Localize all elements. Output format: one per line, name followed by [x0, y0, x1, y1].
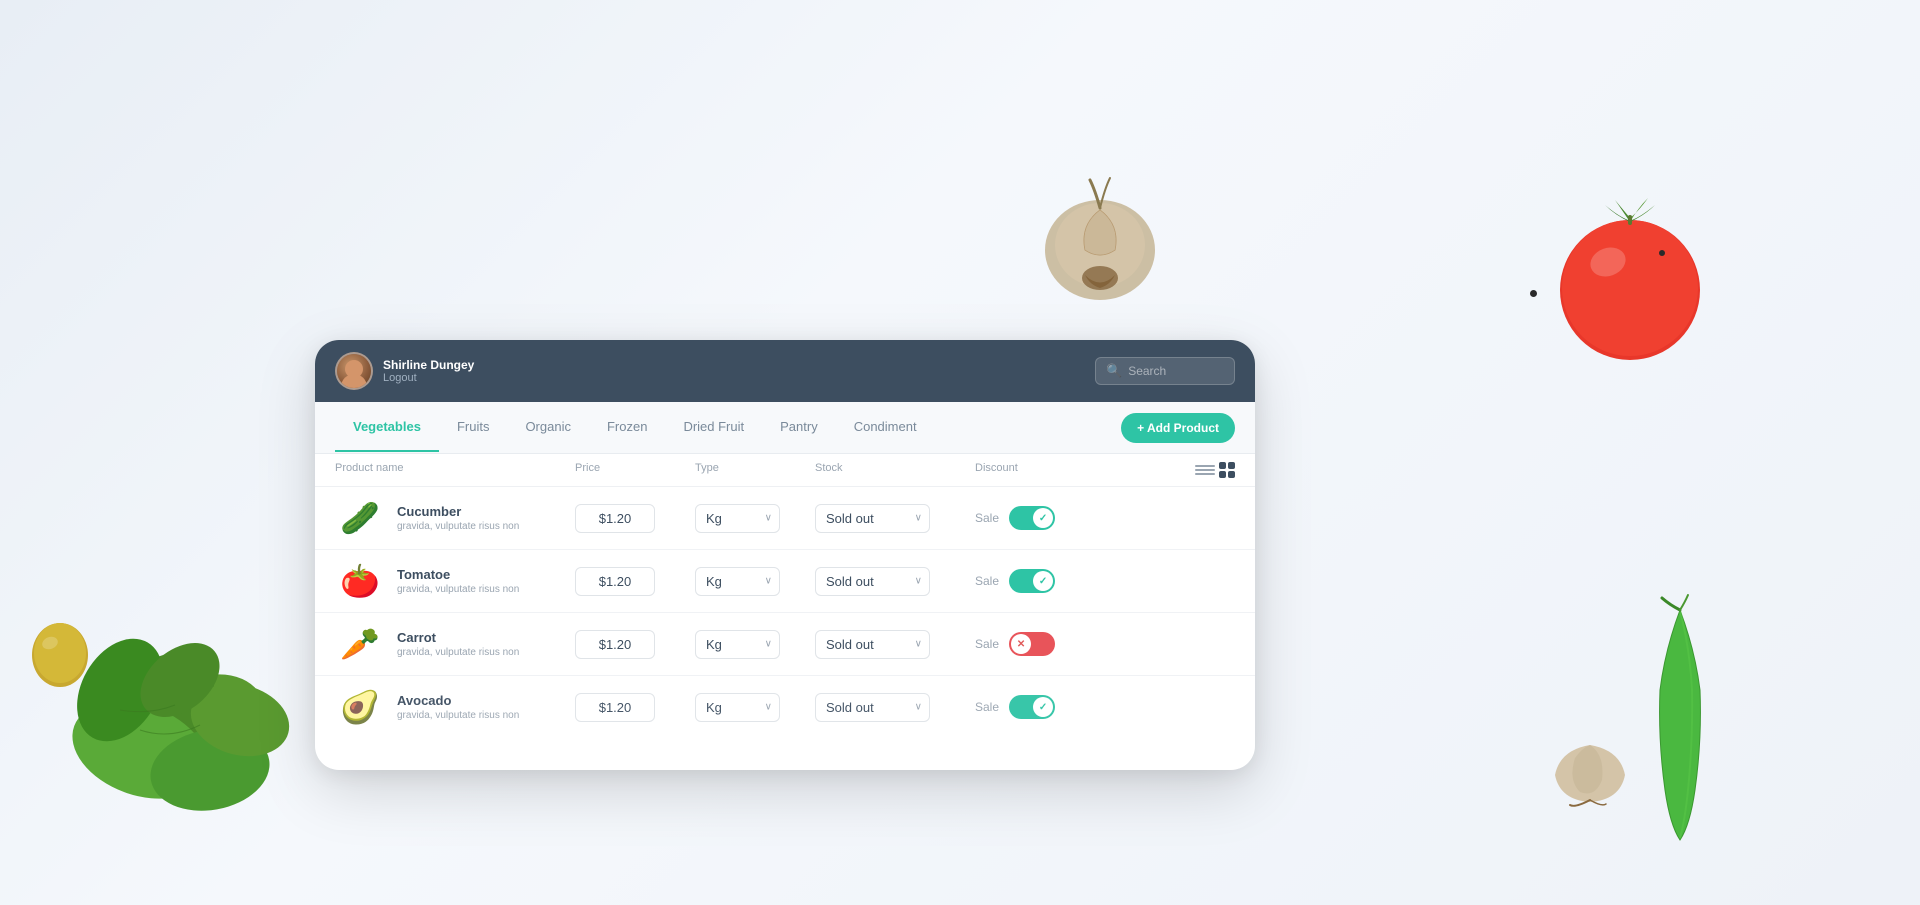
toggle-switch[interactable]: ✕ [1009, 632, 1055, 656]
check-icon: ✓ [1039, 576, 1047, 587]
category-nav: Vegetables Fruits Organic Frozen Dried F… [315, 402, 1255, 454]
stock-select[interactable]: Sold outIn stock [815, 630, 930, 659]
product-details: Cucumber gravida, vulputate risus non [397, 504, 519, 532]
toggle-switch[interactable]: ✓ [1009, 506, 1055, 530]
type-select[interactable]: KgLbUnit [695, 630, 780, 659]
tab-dried-fruit[interactable]: Dried Fruit [665, 403, 762, 452]
toggle-switch[interactable]: ✓ [1009, 569, 1055, 593]
type-select[interactable]: KgLbUnit [695, 693, 780, 722]
check-icon: ✓ [1039, 702, 1047, 713]
discount-label: Sale [975, 511, 999, 525]
check-icon: ✓ [1039, 513, 1047, 524]
add-product-button[interactable]: + Add Product [1121, 413, 1235, 443]
tab-organic[interactable]: Organic [507, 403, 589, 452]
product-details: Tomatoe gravida, vulputate risus non [397, 567, 519, 595]
discount-cell: Sale ✓ [975, 695, 1195, 719]
product-cell: 🥕 Carrot gravida, vulputate risus non [335, 623, 575, 665]
discount-cell: Sale ✓ [975, 506, 1195, 530]
stock-cell: Sold outIn stock [815, 567, 975, 596]
toggle-knob: ✓ [1033, 571, 1053, 591]
toggle-switch[interactable]: ✓ [1009, 695, 1055, 719]
search-icon: 🔍 [1106, 363, 1122, 379]
tab-pantry[interactable]: Pantry [762, 403, 836, 452]
price-input[interactable] [575, 567, 655, 596]
stock-cell: Sold outIn stock [815, 504, 975, 533]
user-name: Shirline Dungey [383, 358, 474, 372]
table-row: 🥕 Carrot gravida, vulputate risus non Kg… [315, 613, 1255, 676]
tab-vegetables[interactable]: Vegetables [335, 403, 439, 452]
type-select[interactable]: KgLbUnit [695, 567, 780, 596]
avatar [335, 352, 373, 390]
discount-cell: Sale ✕ [975, 632, 1195, 656]
grid-view-icon[interactable] [1219, 462, 1235, 478]
col-price: Price [575, 462, 695, 478]
price-cell [575, 630, 695, 659]
product-image: 🥒 [335, 497, 385, 539]
discount-label: Sale [975, 700, 999, 714]
product-image: 🥑 [335, 686, 385, 728]
search-input[interactable] [1128, 364, 1224, 378]
discount-cell: Sale ✓ [975, 569, 1195, 593]
stock-select[interactable]: Sold outIn stock [815, 504, 930, 533]
user-info: Shirline Dungey Logout [383, 358, 474, 384]
price-input[interactable] [575, 693, 655, 722]
logout-link[interactable]: Logout [383, 372, 474, 384]
col-stock: Stock [815, 462, 975, 478]
product-name: Tomatoe [397, 567, 519, 582]
stock-cell: Sold outIn stock [815, 693, 975, 722]
product-cell: 🥒 Cucumber gravida, vulputate risus non [335, 497, 575, 539]
type-select[interactable]: KgLbUnit [695, 504, 780, 533]
col-product-name: Product name [335, 462, 575, 478]
list-view-icon[interactable] [1195, 462, 1215, 478]
tab-condiment[interactable]: Condiment [836, 403, 935, 452]
stock-select[interactable]: Sold outIn stock [815, 567, 930, 596]
discount-label: Sale [975, 637, 999, 651]
discount-label: Sale [975, 574, 999, 588]
x-icon: ✕ [1017, 639, 1025, 650]
table-row: 🍅 Tomatoe gravida, vulputate risus non K… [315, 550, 1255, 613]
type-cell: KgLbUnit [695, 630, 815, 659]
product-details: Avocado gravida, vulputate risus non [397, 693, 519, 721]
product-table: Product name Price Type Stock Discount 🥒 [315, 454, 1255, 738]
type-cell: KgLbUnit [695, 693, 815, 722]
toggle-knob: ✓ [1033, 508, 1053, 528]
product-desc: gravida, vulputate risus non [397, 521, 519, 532]
table-row: 🥒 Cucumber gravida, vulputate risus non … [315, 487, 1255, 550]
price-input[interactable] [575, 630, 655, 659]
col-type: Type [695, 462, 815, 478]
table-header: Product name Price Type Stock Discount [315, 454, 1255, 487]
price-input[interactable] [575, 504, 655, 533]
product-image: 🍅 [335, 560, 385, 602]
product-name: Cucumber [397, 504, 519, 519]
search-box[interactable]: 🔍 [1095, 357, 1235, 385]
price-cell [575, 693, 695, 722]
price-cell [575, 504, 695, 533]
product-name: Carrot [397, 630, 519, 645]
product-image: 🥕 [335, 623, 385, 665]
product-name: Avocado [397, 693, 519, 708]
product-desc: gravida, vulputate risus non [397, 584, 519, 595]
col-discount: Discount [975, 462, 1195, 478]
tab-frozen[interactable]: Frozen [589, 403, 665, 452]
app-window: Shirline Dungey Logout 🔍 Vegetables Frui… [315, 340, 1255, 770]
app-header: Shirline Dungey Logout 🔍 [315, 340, 1255, 402]
product-cell: 🍅 Tomatoe gravida, vulputate risus non [335, 560, 575, 602]
view-controls [1195, 462, 1235, 478]
toggle-knob: ✓ [1033, 697, 1053, 717]
product-details: Carrot gravida, vulputate risus non [397, 630, 519, 658]
table-row: 🥑 Avocado gravida, vulputate risus non K… [315, 676, 1255, 738]
tab-fruits[interactable]: Fruits [439, 403, 508, 452]
tabs: Vegetables Fruits Organic Frozen Dried F… [335, 403, 935, 452]
stock-select[interactable]: Sold outIn stock [815, 693, 930, 722]
toggle-knob: ✕ [1011, 634, 1031, 654]
type-cell: KgLbUnit [695, 567, 815, 596]
type-cell: KgLbUnit [695, 504, 815, 533]
product-desc: gravida, vulputate risus non [397, 647, 519, 658]
stock-cell: Sold outIn stock [815, 630, 975, 659]
user-section: Shirline Dungey Logout [335, 352, 474, 390]
product-cell: 🥑 Avocado gravida, vulputate risus non [335, 686, 575, 728]
price-cell [575, 567, 695, 596]
product-desc: gravida, vulputate risus non [397, 710, 519, 721]
